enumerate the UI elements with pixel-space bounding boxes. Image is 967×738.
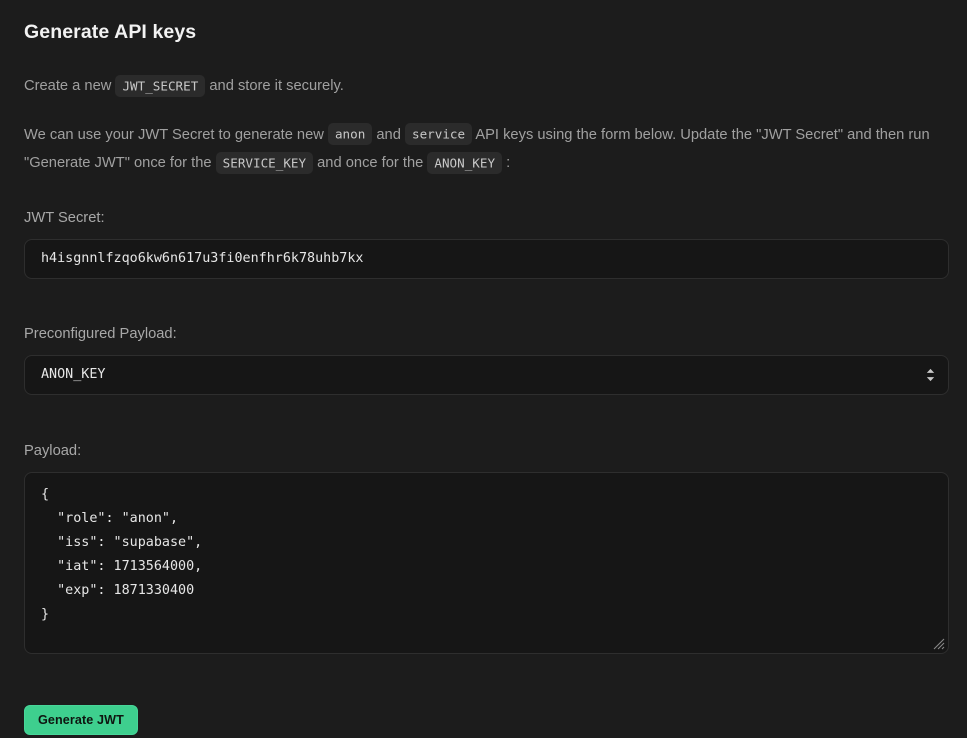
preconfigured-payload-select[interactable]: ANON_KEY — [24, 355, 949, 395]
code-chip-service-key: SERVICE_KEY — [216, 152, 313, 174]
payload-label: Payload: — [24, 441, 949, 461]
code-chip-anon: anon — [328, 123, 372, 145]
generate-api-keys-page: Generate API keys Create a new JWT_SECRE… — [0, 0, 967, 738]
page-title: Generate API keys — [24, 14, 949, 46]
code-chip-anon-key: ANON_KEY — [427, 152, 502, 174]
intro-paragraph-2: We can use your JWT Secret to generate n… — [24, 121, 949, 178]
jwt-secret-label: JWT Secret: — [24, 208, 949, 228]
preconfigured-payload-select-wrap: ANON_KEY — [24, 355, 949, 395]
payload-textarea[interactable] — [24, 472, 949, 654]
intro-text-1a: Create a new — [24, 78, 115, 94]
payload-field-group: Payload: — [24, 441, 949, 654]
intro-text-2d: and once for the — [313, 155, 427, 171]
jwt-secret-field-group: JWT Secret: — [24, 208, 949, 279]
jwt-secret-input[interactable] — [24, 239, 949, 279]
intro-text-2b: and — [372, 127, 405, 143]
intro-text-2a: We can use your JWT Secret to generate n… — [24, 127, 328, 143]
intro-paragraph-1: Create a new JWT_SECRET and store it sec… — [24, 72, 949, 101]
submit-row: Generate JWT — [24, 705, 949, 735]
payload-textarea-wrap — [24, 472, 949, 654]
generate-jwt-button[interactable]: Generate JWT — [24, 705, 138, 735]
code-chip-jwt-secret: JWT_SECRET — [115, 75, 205, 97]
preconfigured-payload-field-group: Preconfigured Payload: ANON_KEY — [24, 324, 949, 395]
intro-text-2e: : — [502, 155, 510, 171]
preconfigured-payload-label: Preconfigured Payload: — [24, 324, 949, 344]
code-chip-service: service — [405, 123, 472, 145]
intro-text-1b: and store it securely. — [205, 78, 344, 94]
